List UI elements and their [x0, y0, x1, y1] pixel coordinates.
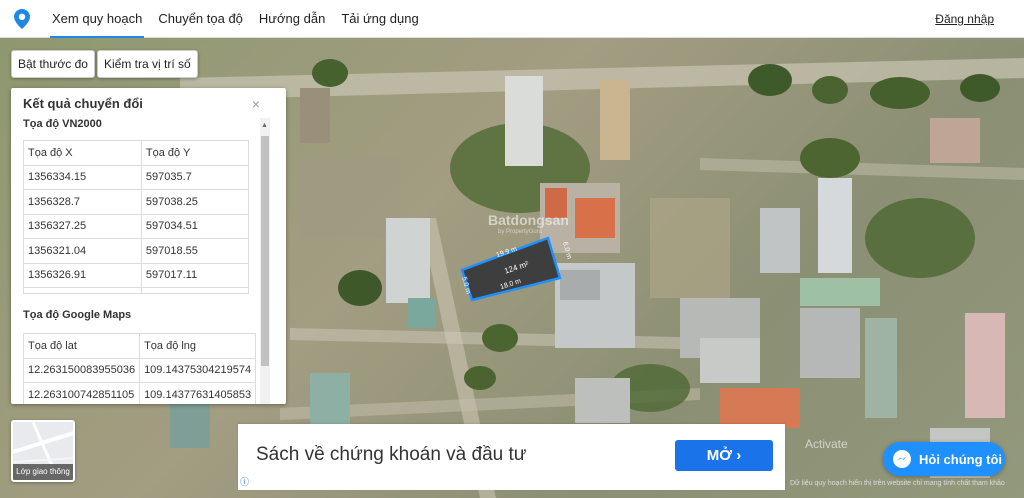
table-row: 12.263100742851105 109.14377631405853 [22, 382, 257, 404]
scroll-up-arrow-icon[interactable]: ▲ [261, 122, 268, 129]
nav-convert-coordinates[interactable]: Chuyển tọa độ [150, 0, 251, 38]
panel-title: Kết quả chuyển đổi [23, 96, 143, 111]
cell-y: 597034.51 [140, 213, 250, 239]
plot-watermark: Batdongsan [488, 212, 569, 228]
scroll-thumb[interactable] [261, 136, 269, 366]
cell-x: 1356328.7 [23, 189, 142, 215]
google-maps-section-title: Tọa độ Google Maps [23, 309, 132, 321]
cell-y: 597017.11 [140, 262, 250, 288]
close-icon[interactable]: × [252, 96, 260, 112]
vn2000-section-title: Tọa độ VN2000 [23, 118, 102, 130]
table-row: 1356327.25 597034.51 [23, 213, 250, 239]
cell-lat: 12.263100742851105 [22, 382, 141, 404]
panel-scrollbar[interactable]: ▲ [260, 118, 270, 404]
col-header-x: Tọa độ X [23, 140, 142, 166]
cell-x: 1356326.91 [23, 262, 142, 288]
traffic-map-thumbnail-icon [13, 422, 73, 469]
check-location-button[interactable]: Kiểm tra vị trí số [97, 50, 198, 78]
table-header-row: Tọa độ lat Tọa độ lng [22, 333, 257, 359]
col-header-lng: Tọa độ lng [139, 333, 257, 359]
activate-watermark: Activate [805, 437, 848, 451]
top-navbar: Xem quy hoạch Chuyển tọa độ Hướng dẫn Tả… [0, 0, 1024, 38]
cell-x: 1356334.15 [23, 164, 142, 190]
cell-y: 597018.55 [140, 238, 250, 264]
nav-guide[interactable]: Hướng dẫn [251, 0, 333, 38]
nav-download-app[interactable]: Tải ứng dụng [333, 0, 426, 38]
disclaimer-text: Dữ liệu quy hoạch hiển thị trên website … [790, 480, 1005, 487]
chat-label: Hỏi chúng tôi [919, 451, 1003, 467]
vn2000-table: Tọa độ X Tọa độ Y 1356334.15 597035.7 13… [23, 140, 250, 294]
nav-view-planning[interactable]: Xem quy hoạch [44, 0, 150, 38]
ad-banner[interactable]: Sách về chứng khoán và đầu tư MỞ › ⓘ [238, 424, 785, 490]
ad-open-button[interactable]: MỞ › [675, 440, 773, 471]
conversion-result-panel: Kết quả chuyển đổi × Tọa độ VN2000 Tọa đ… [11, 88, 286, 404]
cell-lat: 12.263150083955036 [22, 357, 141, 383]
traffic-layer-label: Lớp giao thông [13, 464, 73, 480]
cell-y: 597035.7 [140, 164, 250, 190]
table-row: 1356328.7 597038.25 [23, 189, 250, 215]
table-row: 1356321.04 597018.55 [23, 238, 250, 264]
table-row: 1356334.15 597035.7 [23, 164, 250, 190]
ad-text[interactable]: Sách về chứng khoán và đầu tư [256, 444, 527, 466]
google-maps-table: Tọa độ lat Tọa độ lng 12.263150083955036… [22, 333, 257, 404]
table-row: 12.263150083955036 109.14375304219574 [22, 357, 257, 383]
table-row-partial [23, 287, 250, 294]
chat-button[interactable]: Hỏi chúng tôi [883, 442, 1005, 476]
table-row: 1356326.91 597017.11 [23, 262, 250, 288]
cell-x: 1356321.04 [23, 238, 142, 264]
col-header-y: Tọa độ Y [140, 140, 250, 166]
cell-x: 1356327.25 [23, 213, 142, 239]
plot-watermark-sub: by PropertyGuru [498, 229, 543, 235]
location-pin-logo-icon[interactable] [0, 8, 44, 29]
cell-y: 597038.25 [140, 189, 250, 215]
table-header-row: Tọa độ X Tọa độ Y [23, 140, 250, 166]
login-link[interactable]: Đăng nhập [935, 12, 994, 26]
ad-info-icon[interactable]: ⓘ [240, 475, 249, 488]
cell-lng: 109.14377631405853 [139, 382, 257, 404]
measure-button[interactable]: Bật thước đo [11, 50, 95, 78]
col-header-lat: Tọa độ lat [22, 333, 141, 359]
messenger-icon [893, 450, 911, 468]
traffic-layer-toggle[interactable]: Lớp giao thông [11, 420, 75, 482]
cell-lng: 109.14375304219574 [139, 357, 257, 383]
